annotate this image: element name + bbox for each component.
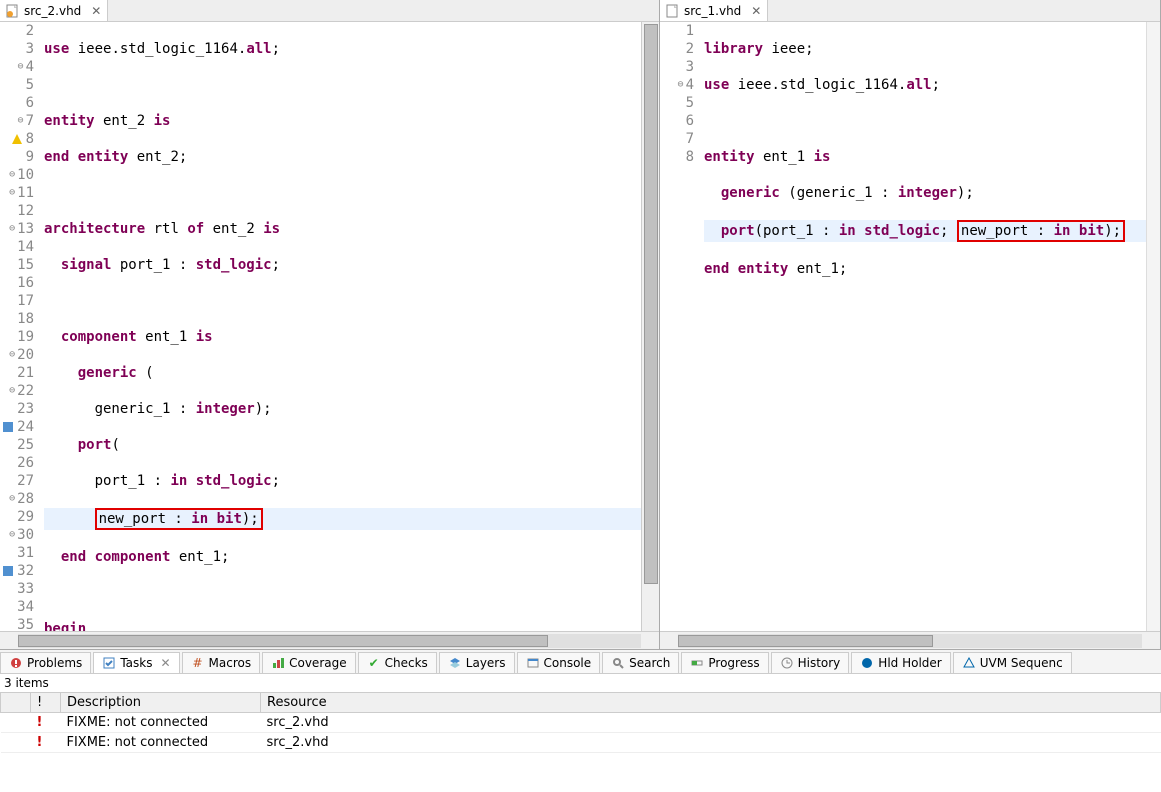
code-body-right[interactable]: library ieee; use ieee.std_logic_1164.al… [704,22,1146,631]
progress-icon [690,656,704,670]
line-gutter: 2 3 ⊖4 5 6 ⊖7 8 9 ⊖10 ⊖11 12 ⊖13 14 15 1… [0,22,44,631]
tab-coverage[interactable]: Coverage [262,652,356,673]
tab-progress[interactable]: Progress [681,652,768,673]
code-area-right[interactable]: 1 2 3 ⊖4 5 6 7 8 library ieee; use ieee.… [660,22,1160,631]
close-icon[interactable]: ✕ [751,4,761,18]
coverage-icon [271,656,285,670]
tasks-icon [102,656,116,670]
task-icon [1,564,15,578]
editor-area: src_2.vhd ✕ 2 3 ⊖4 5 6 ⊖7 8 9 ⊖10 ⊖11 12… [0,0,1161,650]
vscrollbar-left[interactable] [641,22,659,631]
code-area-left[interactable]: 2 3 ⊖4 5 6 ⊖7 8 9 ⊖10 ⊖11 12 ⊖13 14 15 1… [0,22,659,631]
col-priority[interactable]: ! [31,693,61,713]
vhd-file-icon [666,4,680,18]
col-resource[interactable]: Resource [261,693,1161,713]
tasks-table[interactable]: ! Description Resource ! FIXME: not conn… [0,692,1161,753]
editor-pane-right: src_1.vhd ✕ 1 2 3 ⊖4 5 6 7 8 library iee… [660,0,1161,649]
table-row[interactable]: ! FIXME: not connected src_2.vhd [1,733,1161,753]
line-gutter: 1 2 3 ⊖4 5 6 7 8 [660,22,704,631]
layers-icon [448,656,462,670]
task-icon [1,420,15,434]
warning-icon [10,132,24,146]
view-tabs: Problems Tasks✕ #Macros Coverage ✔Checks… [0,650,1161,674]
tab-label: src_2.vhd [24,4,81,18]
tab-search[interactable]: Search [602,652,679,673]
workbench: src_2.vhd ✕ 2 3 ⊖4 5 6 ⊖7 8 9 ⊖10 ⊖11 12… [0,0,1161,792]
uvm-icon [962,656,976,670]
col-description[interactable]: Description [61,693,261,713]
tab-src1[interactable]: src_1.vhd ✕ [660,0,768,21]
hld-icon [860,656,874,670]
hscrollbar-right[interactable] [660,631,1160,649]
editor-tabs-right: src_1.vhd ✕ [660,0,1160,22]
tab-problems[interactable]: Problems [0,652,91,673]
tab-tasks[interactable]: Tasks✕ [93,652,179,673]
console-icon [526,656,540,670]
highlight-new-port-src1: new_port : in bit); [957,220,1125,242]
highlight-new-port-decl: new_port : in bit); [95,508,263,530]
overview-ruler[interactable] [1146,22,1160,631]
editor-tabs-left: src_2.vhd ✕ [0,0,659,22]
col-complete[interactable] [1,693,31,713]
tab-hld-holder[interactable]: Hld Holder [851,652,950,673]
tab-macros[interactable]: #Macros [182,652,261,673]
macros-icon: # [191,656,205,670]
tab-checks[interactable]: ✔Checks [358,652,437,673]
tab-src2[interactable]: src_2.vhd ✕ [0,0,108,21]
table-row[interactable]: ! FIXME: not connected src_2.vhd [1,713,1161,733]
problems-icon [9,656,23,670]
close-icon[interactable]: ✕ [160,656,170,670]
priority-high-icon: ! [37,715,43,730]
editor-pane-left: src_2.vhd ✕ 2 3 ⊖4 5 6 ⊖7 8 9 ⊖10 ⊖11 12… [0,0,660,649]
search-icon [611,656,625,670]
tab-uvm[interactable]: UVM Sequenc [953,652,1072,673]
tasks-view: 3 items ! Description Resource ! FIXME: … [0,674,1161,792]
history-icon [780,656,794,670]
tab-history[interactable]: History [771,652,850,673]
tab-layers[interactable]: Layers [439,652,515,673]
hscrollbar-left[interactable] [0,631,659,649]
tab-console[interactable]: Console [517,652,601,673]
close-icon[interactable]: ✕ [91,4,101,18]
code-body-left[interactable]: use ieee.std_logic_1164.all; entity ent_… [44,22,645,631]
priority-high-icon: ! [37,735,43,750]
checks-icon: ✔ [367,656,381,670]
vhd-file-icon [6,4,20,18]
tab-label: src_1.vhd [684,4,741,18]
views-panel: Problems Tasks✕ #Macros Coverage ✔Checks… [0,650,1161,792]
tasks-count: 3 items [0,674,1161,692]
